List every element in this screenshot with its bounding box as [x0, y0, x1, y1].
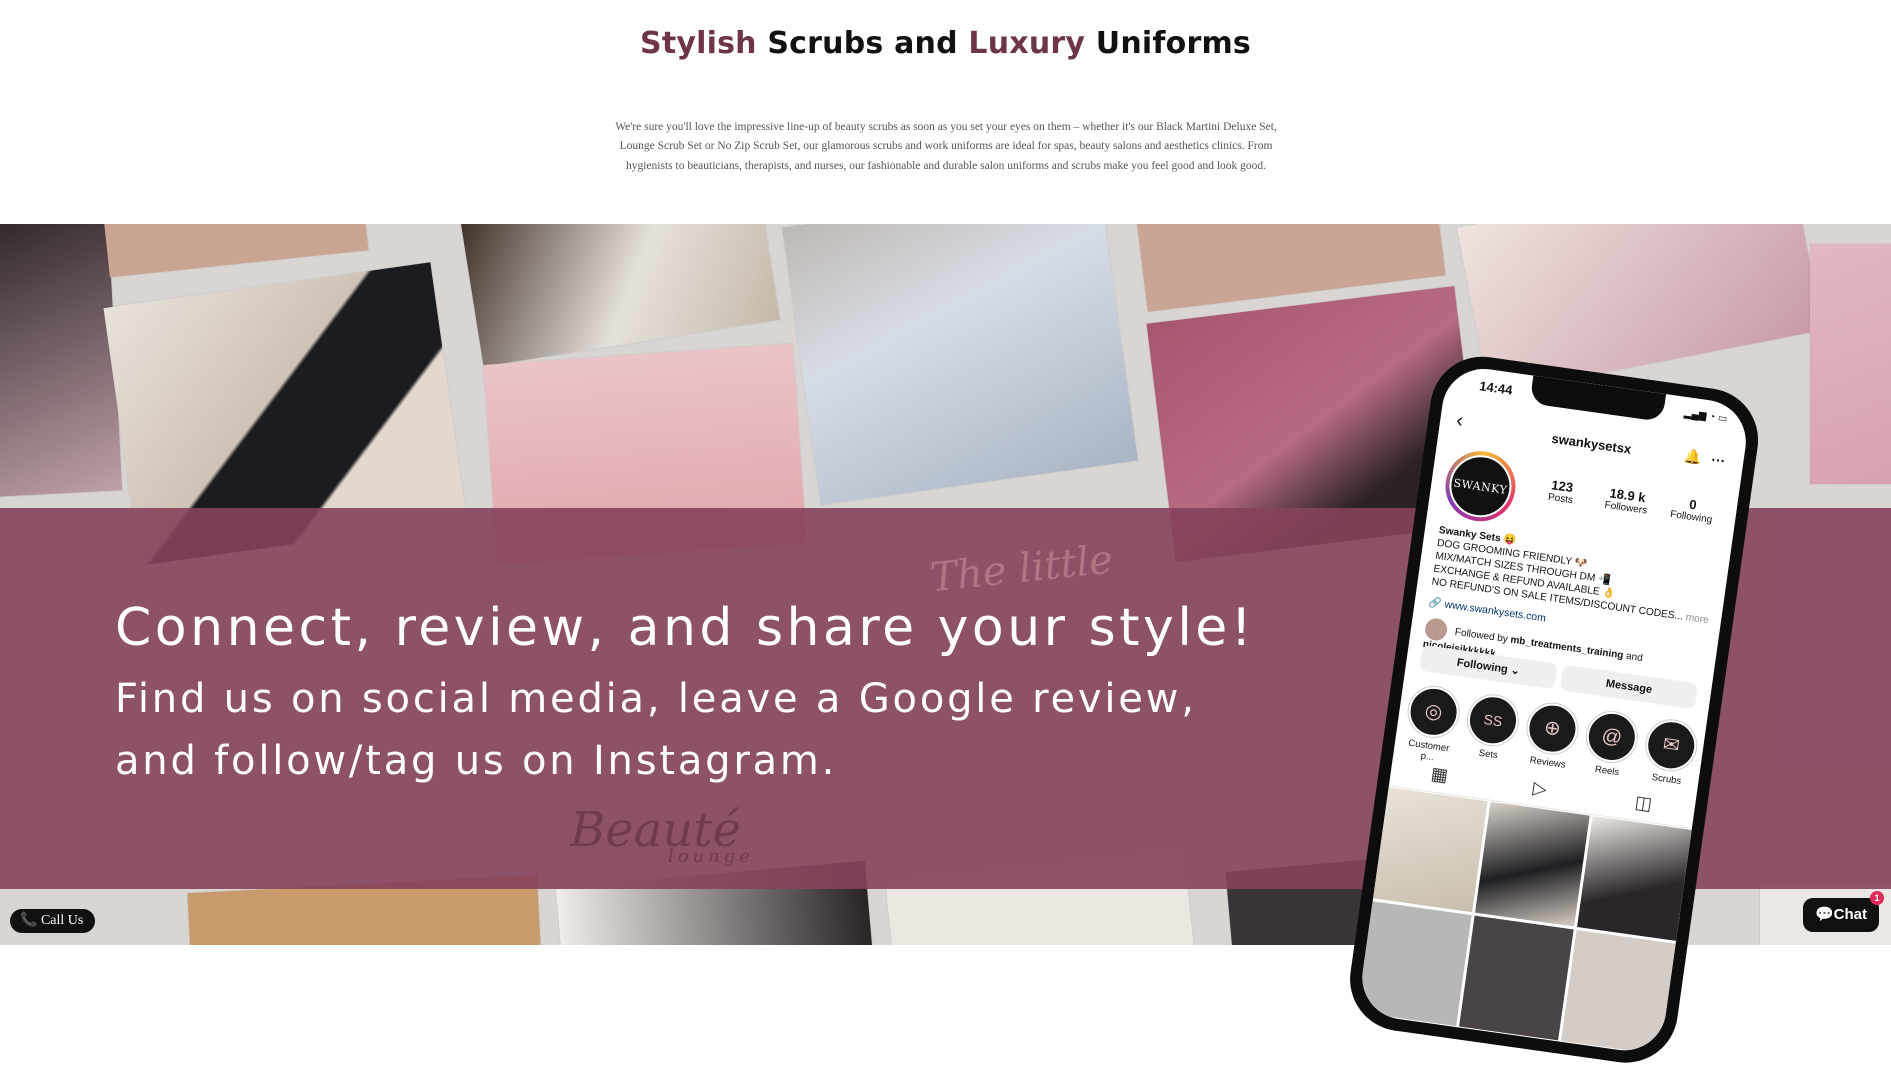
phone-notch	[1529, 375, 1667, 422]
highlight-label: Reviews	[1529, 754, 1567, 771]
collage-photo	[0, 224, 123, 498]
camera-icon: ◎	[1405, 683, 1462, 741]
chat-label: Chat	[1833, 906, 1868, 923]
post-thumbnail	[1577, 816, 1692, 941]
banner-headline: Connect, review, and share your style!	[115, 598, 1256, 658]
post-thumbnail	[1373, 787, 1488, 913]
chat-unread-badge: 1	[1870, 891, 1884, 905]
followed-and: and	[1622, 650, 1644, 665]
highlight-label: Sets	[1478, 747, 1499, 762]
heading-word-uniforms: Uniforms	[1085, 26, 1251, 62]
more-options-icon: ···	[1710, 451, 1727, 469]
call-us-label: Call Us	[40, 913, 84, 928]
highlight-reels: @ Reels	[1579, 708, 1644, 780]
chat-bubble-icon: 💬	[1814, 906, 1834, 923]
banner-subline-2: and follow/tag us on Instagram.	[115, 738, 838, 784]
bell-icon: 🔔	[1683, 447, 1703, 466]
link-icon: 🔗	[1427, 596, 1446, 611]
highlight-scrubs: ✉ Scrubs	[1638, 717, 1703, 789]
stat-following: 0 Following	[1659, 493, 1726, 528]
follower-avatar	[1423, 617, 1449, 642]
avatar-logo: SWANKY	[1445, 451, 1516, 522]
highlight-reviews: ⊕ Reviews	[1519, 700, 1584, 772]
followed-prefix: Followed by	[1454, 626, 1512, 646]
ss-logo-icon: SS	[1464, 692, 1522, 749]
collage-photo	[782, 224, 1138, 505]
stat-followers: 18.9 k Followers	[1593, 483, 1660, 518]
bio-more-link: more	[1684, 612, 1710, 627]
phone-icon: 📞	[20, 913, 38, 928]
profile-avatar: SWANKY	[1440, 446, 1520, 526]
highlight-label: Reels	[1594, 763, 1620, 779]
stat-posts: 123 Posts	[1528, 474, 1595, 509]
stat-label: Posts	[1547, 491, 1574, 507]
post-thumbnail	[1561, 929, 1676, 1055]
reels-icon: ▷	[1531, 777, 1549, 800]
intro-paragraph: We're sure you'll love the impressive li…	[615, 120, 1277, 172]
envelope-icon: ✉	[1643, 717, 1700, 774]
signal-wifi-battery-icon: ▂▄▆ ◔ ▭	[1683, 407, 1728, 425]
chat-button[interactable]: 💬Chat 1	[1803, 891, 1884, 932]
highlight-label: Scrubs	[1651, 771, 1682, 787]
status-time: 14:44	[1478, 378, 1514, 398]
banner-subline-1: Find us on social media, leave a Google …	[115, 676, 1197, 722]
at-icon: @	[1583, 708, 1641, 766]
highlight-sets: SS Sets	[1460, 692, 1525, 764]
page-heading: Stylish Scrubs and Luxury Uniforms	[0, 26, 1891, 61]
globe-icon: ⊕	[1524, 700, 1581, 757]
highlight-customer: ◎ Customer p...	[1399, 683, 1465, 766]
followed-name: mb_treatments_training	[1509, 634, 1625, 662]
post-thumbnail	[1475, 801, 1590, 927]
collage-photo	[101, 224, 369, 278]
heading-word-luxury: Luxury	[968, 26, 1086, 62]
collage-script-text: lounge	[668, 846, 754, 867]
heading-word-stylish: Stylish	[640, 26, 757, 62]
grid-icon: ▦	[1429, 763, 1450, 786]
collage-photo	[1810, 244, 1891, 484]
post-thumbnail	[1357, 901, 1472, 1027]
tagged-icon: ◫	[1633, 791, 1654, 815]
heading-word-scrubs: Scrubs and	[756, 26, 969, 62]
post-thumbnail	[1459, 915, 1574, 1041]
call-us-button[interactable]: 📞 Call Us	[10, 909, 96, 933]
collage-photo	[460, 224, 780, 367]
